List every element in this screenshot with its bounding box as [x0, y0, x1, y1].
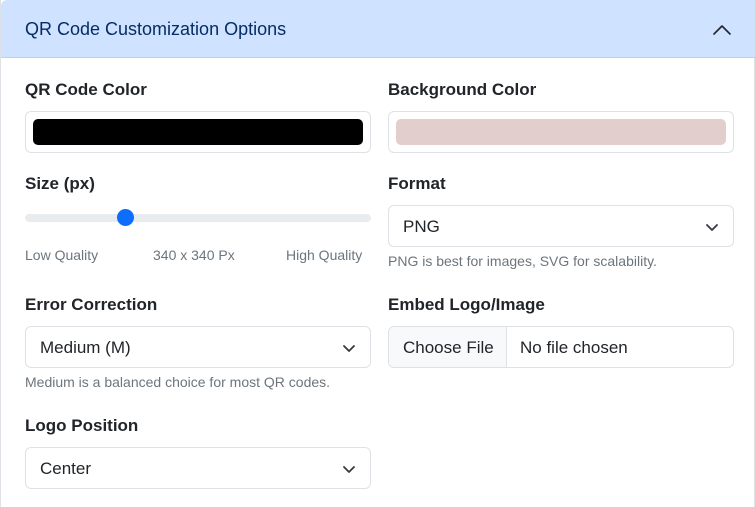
- size-slider-thumb[interactable]: [117, 209, 135, 226]
- embed-logo-label: Embed Logo/Image: [388, 295, 545, 314]
- chevron-down-icon: [343, 345, 355, 352]
- logo-position-label: Logo Position: [25, 416, 139, 435]
- qr-color-label: QR Code Color: [25, 80, 147, 99]
- logo-position-select[interactable]: Center: [25, 447, 371, 489]
- qr-color-picker[interactable]: [25, 111, 371, 153]
- format-select[interactable]: PNG: [388, 205, 734, 247]
- choose-file-button-label: Choose File: [403, 338, 494, 357]
- size-max-label: High Quality: [286, 247, 363, 263]
- error-correction-selected-value: Medium (M): [40, 338, 131, 357]
- size-slider-track[interactable]: [25, 214, 371, 222]
- embed-logo-file-input[interactable]: Choose File No file chosen: [388, 326, 734, 368]
- error-correction-help-text: Medium is a balanced choice for most QR …: [25, 374, 331, 390]
- accordion-header[interactable]: QR Code Customization Options: [1, 0, 755, 58]
- qr-color-swatch: [33, 119, 363, 145]
- background-color-label: Background Color: [388, 80, 537, 99]
- background-color-swatch: [396, 119, 726, 145]
- error-correction-select[interactable]: Medium (M): [25, 326, 371, 368]
- size-min-label: Low Quality: [25, 247, 99, 263]
- choose-file-button[interactable]: Choose File: [389, 327, 507, 367]
- format-selected-value: PNG: [403, 217, 440, 236]
- background-color-picker[interactable]: [388, 111, 734, 153]
- size-value-label: 340 x 340 Px: [153, 247, 235, 263]
- size-label: Size (px): [25, 174, 95, 193]
- chevron-down-icon: [706, 224, 718, 231]
- error-correction-label: Error Correction: [25, 295, 158, 314]
- customization-panel: QR Code Customization Options QR Code Co…: [0, 0, 755, 507]
- format-label: Format: [388, 174, 446, 193]
- file-status-text: No file chosen: [520, 338, 628, 357]
- logo-position-selected-value: Center: [40, 459, 92, 478]
- format-help-text: PNG is best for images, SVG for scalabil…: [388, 253, 657, 269]
- chevron-up-icon[interactable]: [712, 20, 732, 40]
- panel-title: QR Code Customization Options: [25, 19, 287, 39]
- chevron-down-icon: [343, 466, 355, 473]
